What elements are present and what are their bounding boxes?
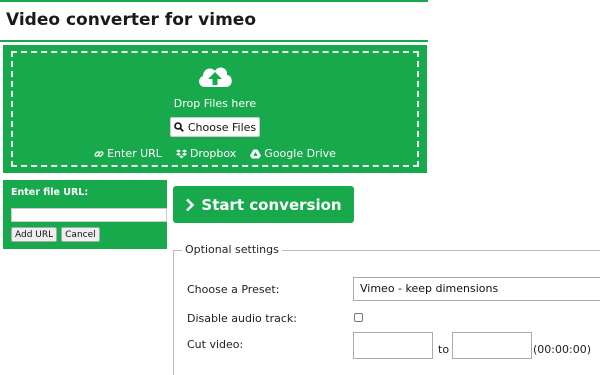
url-input[interactable] bbox=[11, 208, 167, 222]
choose-files-button[interactable]: Choose Files bbox=[170, 117, 260, 137]
url-buttons: Add URL Cancel bbox=[11, 227, 100, 242]
url-panel: Enter file URL: Add URL Cancel bbox=[3, 180, 167, 249]
add-url-button[interactable]: Add URL bbox=[11, 227, 58, 242]
converter-page: Video converter for vimeo Drop Files her… bbox=[0, 0, 600, 375]
choose-files-label: Choose Files bbox=[187, 120, 257, 134]
drop-zone[interactable]: Drop Files here Choose Files Enter URL D… bbox=[3, 45, 427, 173]
google-drive-link[interactable]: Google Drive bbox=[250, 147, 336, 160]
dropbox-link[interactable]: Dropbox bbox=[175, 147, 237, 160]
page-title: Video converter for vimeo bbox=[6, 10, 257, 30]
dropbox-label: Dropbox bbox=[189, 147, 237, 160]
enter-url-link[interactable]: Enter URL bbox=[94, 147, 162, 160]
start-conversion-label: Start conversion bbox=[201, 195, 342, 214]
chevron-right-icon bbox=[186, 198, 195, 211]
cut-from-input[interactable] bbox=[353, 332, 433, 359]
preset-select[interactable]: Vimeo - keep dimensions bbox=[353, 277, 600, 301]
google-drive-icon bbox=[250, 149, 262, 158]
dropbox-icon bbox=[175, 149, 187, 158]
cut-to-input[interactable] bbox=[452, 332, 532, 359]
link-icon bbox=[94, 150, 104, 157]
drop-files-text: Drop Files here bbox=[173, 97, 257, 110]
enter-url-label: Enter URL bbox=[107, 147, 162, 160]
cut-to-label: to bbox=[438, 343, 450, 356]
optional-settings-legend: Optional settings bbox=[182, 243, 282, 256]
cut-video-label: Cut video: bbox=[187, 338, 244, 351]
start-conversion-button[interactable]: Start conversion bbox=[173, 186, 354, 223]
source-links: Enter URL Dropbox Google Drive bbox=[3, 147, 427, 160]
search-icon bbox=[174, 122, 184, 132]
google-drive-label: Google Drive bbox=[264, 147, 336, 160]
disable-audio-label: Disable audio track: bbox=[187, 312, 297, 325]
cut-format-hint: (00:00:00) bbox=[533, 343, 591, 356]
cancel-button[interactable]: Cancel bbox=[61, 227, 100, 242]
preset-label: Choose a Preset: bbox=[187, 283, 280, 296]
url-label: Enter file URL: bbox=[11, 187, 89, 198]
optional-settings: Optional settings Choose a Preset: Vimeo… bbox=[173, 243, 600, 375]
cloud-upload-icon bbox=[199, 67, 232, 87]
title-bar: Video converter for vimeo bbox=[0, 0, 428, 42]
disable-audio-checkbox[interactable] bbox=[354, 313, 363, 322]
